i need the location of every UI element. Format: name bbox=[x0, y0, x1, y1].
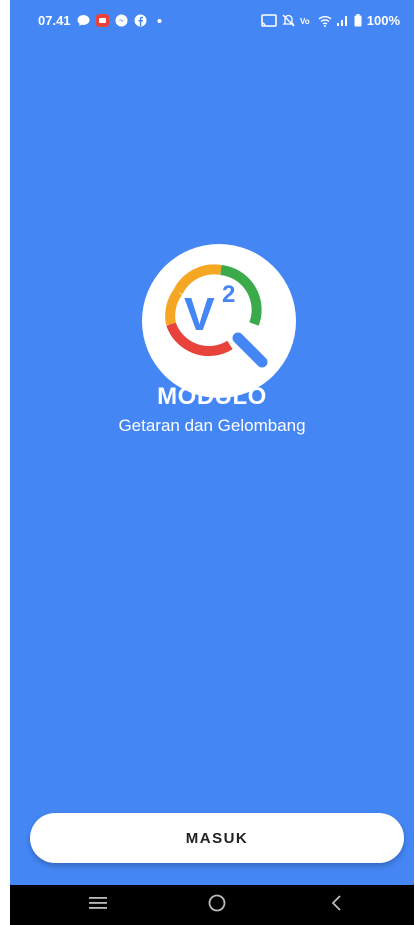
logo-handle bbox=[232, 332, 268, 368]
home-icon bbox=[208, 894, 226, 917]
logo-superscript: 2 bbox=[222, 281, 235, 308]
facebook-icon bbox=[134, 14, 147, 27]
logo-ring-orange-left bbox=[165, 289, 183, 326]
notification-app-icon bbox=[95, 14, 109, 27]
login-button[interactable]: MASUK bbox=[30, 813, 404, 863]
home-button[interactable] bbox=[187, 885, 247, 925]
mute-icon bbox=[282, 14, 295, 27]
status-bar-right: Vo 100% bbox=[260, 13, 400, 28]
status-bar-left: 07.41 bbox=[38, 13, 166, 28]
battery-icon bbox=[354, 14, 362, 27]
battery-percent: 100% bbox=[366, 13, 400, 28]
more-dot-icon bbox=[153, 14, 166, 27]
logo-letter: V bbox=[184, 288, 215, 340]
svg-text:Vo: Vo bbox=[300, 17, 310, 26]
navigation-bar bbox=[10, 885, 414, 925]
app-logo: V 2 bbox=[142, 244, 296, 398]
app-subtitle: Getaran dan Gelombang bbox=[118, 416, 306, 435]
splash-screen: 07.41 Vo 100% V 2 MODULO Getaran dan Gel… bbox=[10, 0, 414, 925]
status-bar: 07.41 Vo 100% bbox=[10, 0, 414, 40]
chat-bubble-icon bbox=[77, 14, 90, 27]
recent-apps-button[interactable] bbox=[68, 885, 128, 925]
status-time: 07.41 bbox=[38, 13, 71, 28]
signal-icon bbox=[336, 14, 349, 27]
back-icon bbox=[331, 894, 343, 916]
recent-apps-icon bbox=[89, 896, 107, 915]
wifi-icon bbox=[318, 14, 332, 27]
app-title: MODULO bbox=[157, 383, 267, 410]
messenger-icon bbox=[115, 14, 128, 27]
back-button[interactable] bbox=[307, 885, 367, 925]
volte-icon: Vo bbox=[300, 14, 313, 27]
cast-icon bbox=[260, 14, 277, 27]
